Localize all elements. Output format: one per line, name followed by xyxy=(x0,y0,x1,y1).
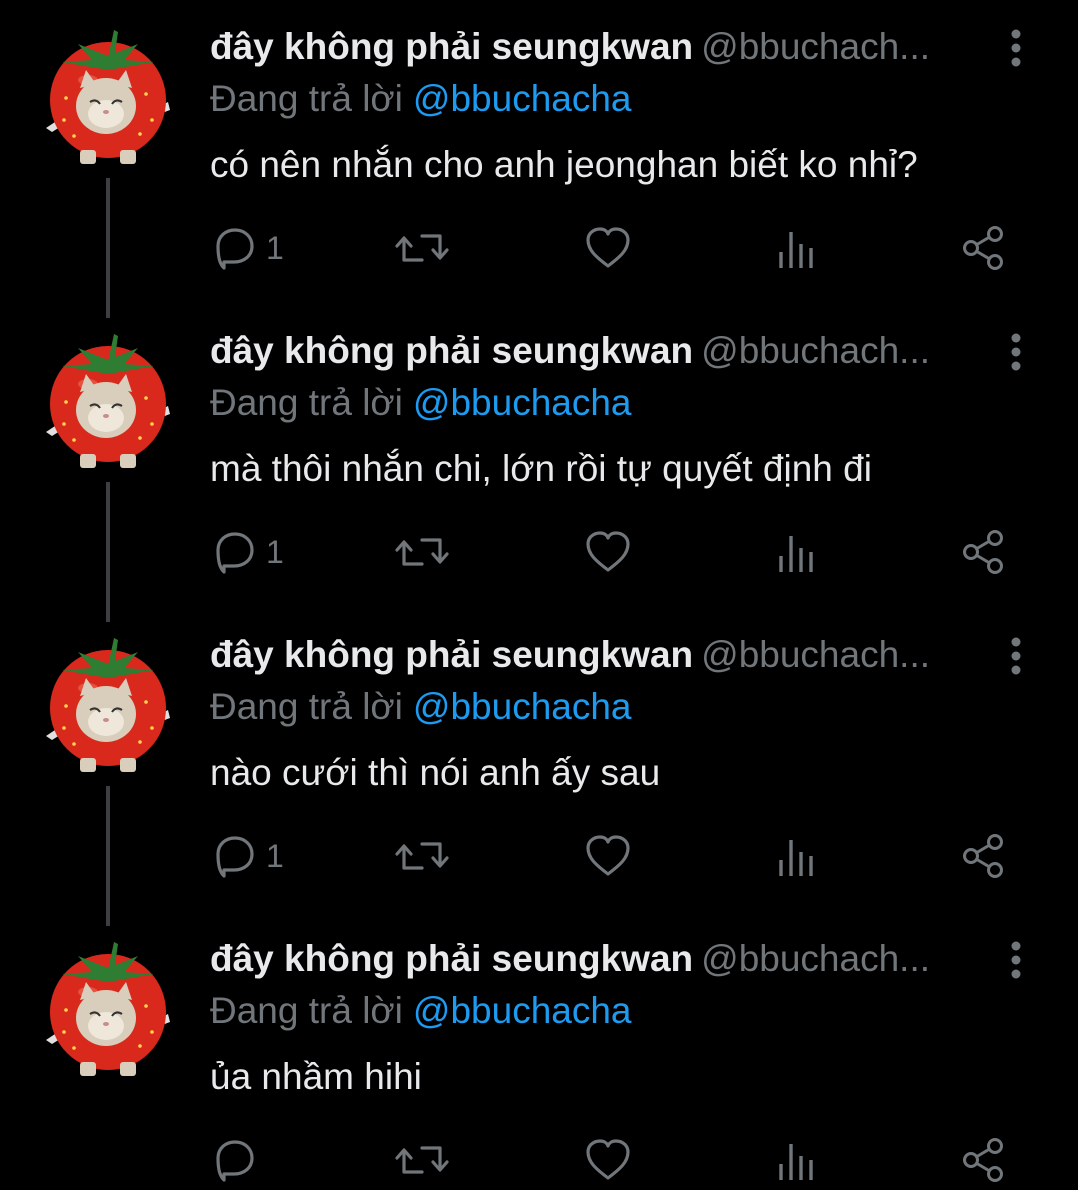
more-vertical-icon xyxy=(1011,333,1021,371)
tweet-actions xyxy=(210,1132,1030,1188)
more-options-button[interactable] xyxy=(1002,636,1030,676)
share-button[interactable] xyxy=(960,220,1006,276)
reply-count: 1 xyxy=(266,837,284,874)
like-button[interactable] xyxy=(584,524,632,580)
reply-button[interactable]: 1 xyxy=(210,524,284,580)
more-vertical-icon xyxy=(1011,29,1021,67)
reply-icon xyxy=(216,1140,254,1182)
replying-to-label: Đang trả lời xyxy=(210,686,403,727)
like-icon xyxy=(586,227,630,268)
tweet[interactable]: đây không phải seungkwan @bbuchach... Đan… xyxy=(0,304,1078,622)
replying-to: Đang trả lời @bbuchacha xyxy=(210,986,632,1036)
share-button[interactable] xyxy=(960,1132,1006,1188)
views-button[interactable] xyxy=(776,828,816,884)
views-icon xyxy=(779,840,813,876)
tweet-header: đây không phải seungkwan @bbuchach... xyxy=(210,630,1010,680)
retweet-icon xyxy=(395,842,449,870)
tweet[interactable]: đây không phải seungkwan @bbuchach... Đan… xyxy=(0,912,1078,1190)
replying-to-handle-link[interactable]: @bbuchacha xyxy=(413,686,632,727)
avatar[interactable] xyxy=(44,328,172,468)
tweet[interactable]: đây không phải seungkwan @bbuchach... Đan… xyxy=(0,0,1078,318)
thread-line xyxy=(106,786,110,926)
retweet-icon xyxy=(395,1146,449,1174)
share-icon xyxy=(963,1138,1003,1182)
like-icon xyxy=(586,531,630,572)
tweet-text: có nên nhắn cho anh jeonghan biết ko nhỉ… xyxy=(210,144,918,185)
reply-button[interactable]: 1 xyxy=(210,220,284,276)
replying-to-handle-link[interactable]: @bbuchacha xyxy=(413,382,632,423)
retweet-button[interactable] xyxy=(394,1132,450,1188)
display-name[interactable]: đây không phải seungkwan xyxy=(210,26,693,67)
strawberry-cat-avatar-image xyxy=(46,638,170,772)
strawberry-cat-avatar-image xyxy=(46,30,170,164)
like-icon xyxy=(586,1139,630,1180)
avatar[interactable] xyxy=(44,24,172,164)
views-button[interactable] xyxy=(776,524,816,580)
tweet[interactable]: đây không phải seungkwan @bbuchach... Đan… xyxy=(0,608,1078,926)
views-icon xyxy=(779,536,813,572)
tweet-actions: 1 xyxy=(210,220,1030,276)
replying-to-label: Đang trả lời xyxy=(210,990,403,1031)
like-icon xyxy=(586,835,630,876)
replying-to: Đang trả lời @bbuchacha xyxy=(210,682,632,732)
like-button[interactable] xyxy=(584,828,632,884)
reply-icon xyxy=(216,532,254,574)
replying-to: Đang trả lời @bbuchacha xyxy=(210,378,632,428)
retweet-icon xyxy=(395,234,449,262)
avatar[interactable] xyxy=(44,936,172,1076)
views-icon xyxy=(779,232,813,268)
share-icon xyxy=(963,226,1003,270)
reply-icon xyxy=(216,228,254,270)
share-icon xyxy=(963,834,1003,878)
avatar[interactable] xyxy=(44,632,172,772)
display-name[interactable]: đây không phải seungkwan xyxy=(210,330,693,371)
views-button[interactable] xyxy=(776,1132,816,1188)
replying-to: Đang trả lời @bbuchacha xyxy=(210,74,632,124)
replying-to-handle-link[interactable]: @bbuchacha xyxy=(413,78,632,119)
tweet-actions: 1 xyxy=(210,524,1030,580)
tweet-text: nào cưới thì nói anh ấy sau xyxy=(210,752,661,793)
more-vertical-icon xyxy=(1011,941,1021,979)
retweet-button[interactable] xyxy=(394,828,450,884)
views-button[interactable] xyxy=(776,220,816,276)
more-options-button[interactable] xyxy=(1002,332,1030,372)
strawberry-cat-avatar-image xyxy=(46,334,170,468)
tweet-header: đây không phải seungkwan @bbuchach... xyxy=(210,934,1010,984)
share-button[interactable] xyxy=(960,524,1006,580)
display-name[interactable]: đây không phải seungkwan xyxy=(210,634,693,675)
retweet-icon xyxy=(395,538,449,566)
share-icon xyxy=(963,530,1003,574)
more-options-button[interactable] xyxy=(1002,28,1030,68)
more-vertical-icon xyxy=(1011,637,1021,675)
tweet-header: đây không phải seungkwan @bbuchach... xyxy=(210,326,1010,376)
thread-line xyxy=(106,178,110,318)
more-options-button[interactable] xyxy=(1002,940,1030,980)
user-handle[interactable]: @bbuchach... xyxy=(701,330,930,371)
replying-to-label: Đang trả lời xyxy=(210,382,403,423)
reply-count: 1 xyxy=(266,229,284,266)
user-handle[interactable]: @bbuchach... xyxy=(701,938,930,979)
reply-icon xyxy=(216,836,254,878)
user-handle[interactable]: @bbuchach... xyxy=(701,634,930,675)
views-icon xyxy=(779,1144,813,1180)
display-name[interactable]: đây không phải seungkwan xyxy=(210,938,693,979)
thread-line xyxy=(106,482,110,622)
retweet-button[interactable] xyxy=(394,220,450,276)
tweet-header: đây không phải seungkwan @bbuchach... xyxy=(210,22,1010,72)
reply-button[interactable]: 1 xyxy=(210,828,284,884)
like-button[interactable] xyxy=(584,1132,632,1188)
like-button[interactable] xyxy=(584,220,632,276)
tweet-actions: 1 xyxy=(210,828,1030,884)
tweet-text: ủa nhầm hihi xyxy=(210,1056,422,1097)
replying-to-label: Đang trả lời xyxy=(210,78,403,119)
tweet-text: mà thôi nhắn chi, lớn rồi tự quyết định … xyxy=(210,448,872,489)
retweet-button[interactable] xyxy=(394,524,450,580)
user-handle[interactable]: @bbuchach... xyxy=(701,26,930,67)
reply-button[interactable] xyxy=(210,1132,266,1188)
strawberry-cat-avatar-image xyxy=(46,942,170,1076)
share-button[interactable] xyxy=(960,828,1006,884)
reply-count: 1 xyxy=(266,533,284,570)
replying-to-handle-link[interactable]: @bbuchacha xyxy=(413,990,632,1031)
